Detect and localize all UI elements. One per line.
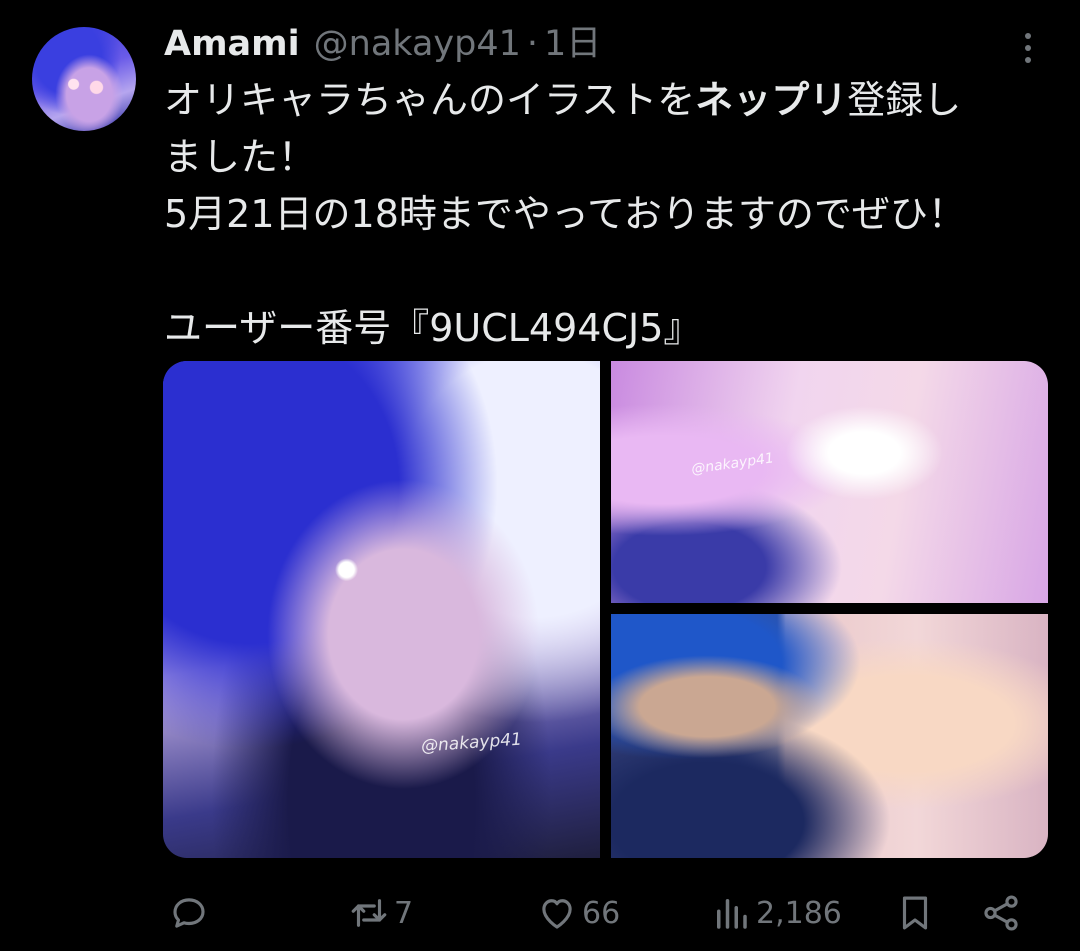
display-name[interactable]: Amami [164,22,300,66]
share-icon [984,895,1018,931]
avatar[interactable] [32,27,136,131]
tweet-text-segment: 登録し [847,78,962,122]
media-image-2[interactable]: @nakayp41 [611,361,1048,603]
reply-button[interactable] [168,887,214,939]
views-icon [717,899,747,929]
separator: · [526,24,538,64]
views-button[interactable]: 2,186 [710,887,842,939]
share-button[interactable] [980,887,1022,939]
like-count: 66 [582,895,621,931]
user-handle[interactable]: @nakayp41 [314,22,521,66]
tweet-line-1: オリキャラちゃんのイラストをネップリ登録し [164,72,1054,129]
bookmark-icon [902,896,928,930]
retweet-button[interactable]: 7 [348,887,413,939]
tweet-text: オリキャラちゃんのイラストをネップリ登録し ました！ 5月21日の18時までやっ… [164,72,1054,357]
more-icon[interactable] [1016,30,1040,66]
tweet-text-bold: ネップリ [695,78,848,122]
bookmark-button[interactable] [894,887,936,939]
action-bar: 7 66 2,186 [164,887,1044,939]
tweet[interactable]: Amami @nakayp41 · 1日 オリキャラちゃんのイラストをネップリ登… [0,0,1080,951]
like-button[interactable]: 66 [536,887,620,939]
tweet-line-3: 5月21日の18時までやっておりますのでぜひ！ [164,192,966,236]
retweet-icon [351,899,387,927]
tweet-line-5: ユーザー番号『9UCL494CJ5』 [164,306,702,350]
media-image-1[interactable]: @nakayp41 [163,361,600,858]
tweet-text-segment: オリキャラちゃんのイラストを [164,78,696,122]
retweet-count: 7 [394,895,414,931]
tweet-header: Amami @nakayp41 · 1日 [164,22,601,66]
reply-icon [173,898,205,928]
watermark: @nakayp41 [420,729,523,757]
views-count: 2,186 [756,895,842,931]
timestamp[interactable]: 1日 [544,22,601,66]
media-image-3[interactable] [611,614,1048,858]
tweet-line-2: ました！ [164,135,317,179]
watermark: @nakayp41 [690,450,775,478]
media-grid: @nakayp41 @nakayp41 [163,361,1048,858]
like-icon [542,899,572,929]
